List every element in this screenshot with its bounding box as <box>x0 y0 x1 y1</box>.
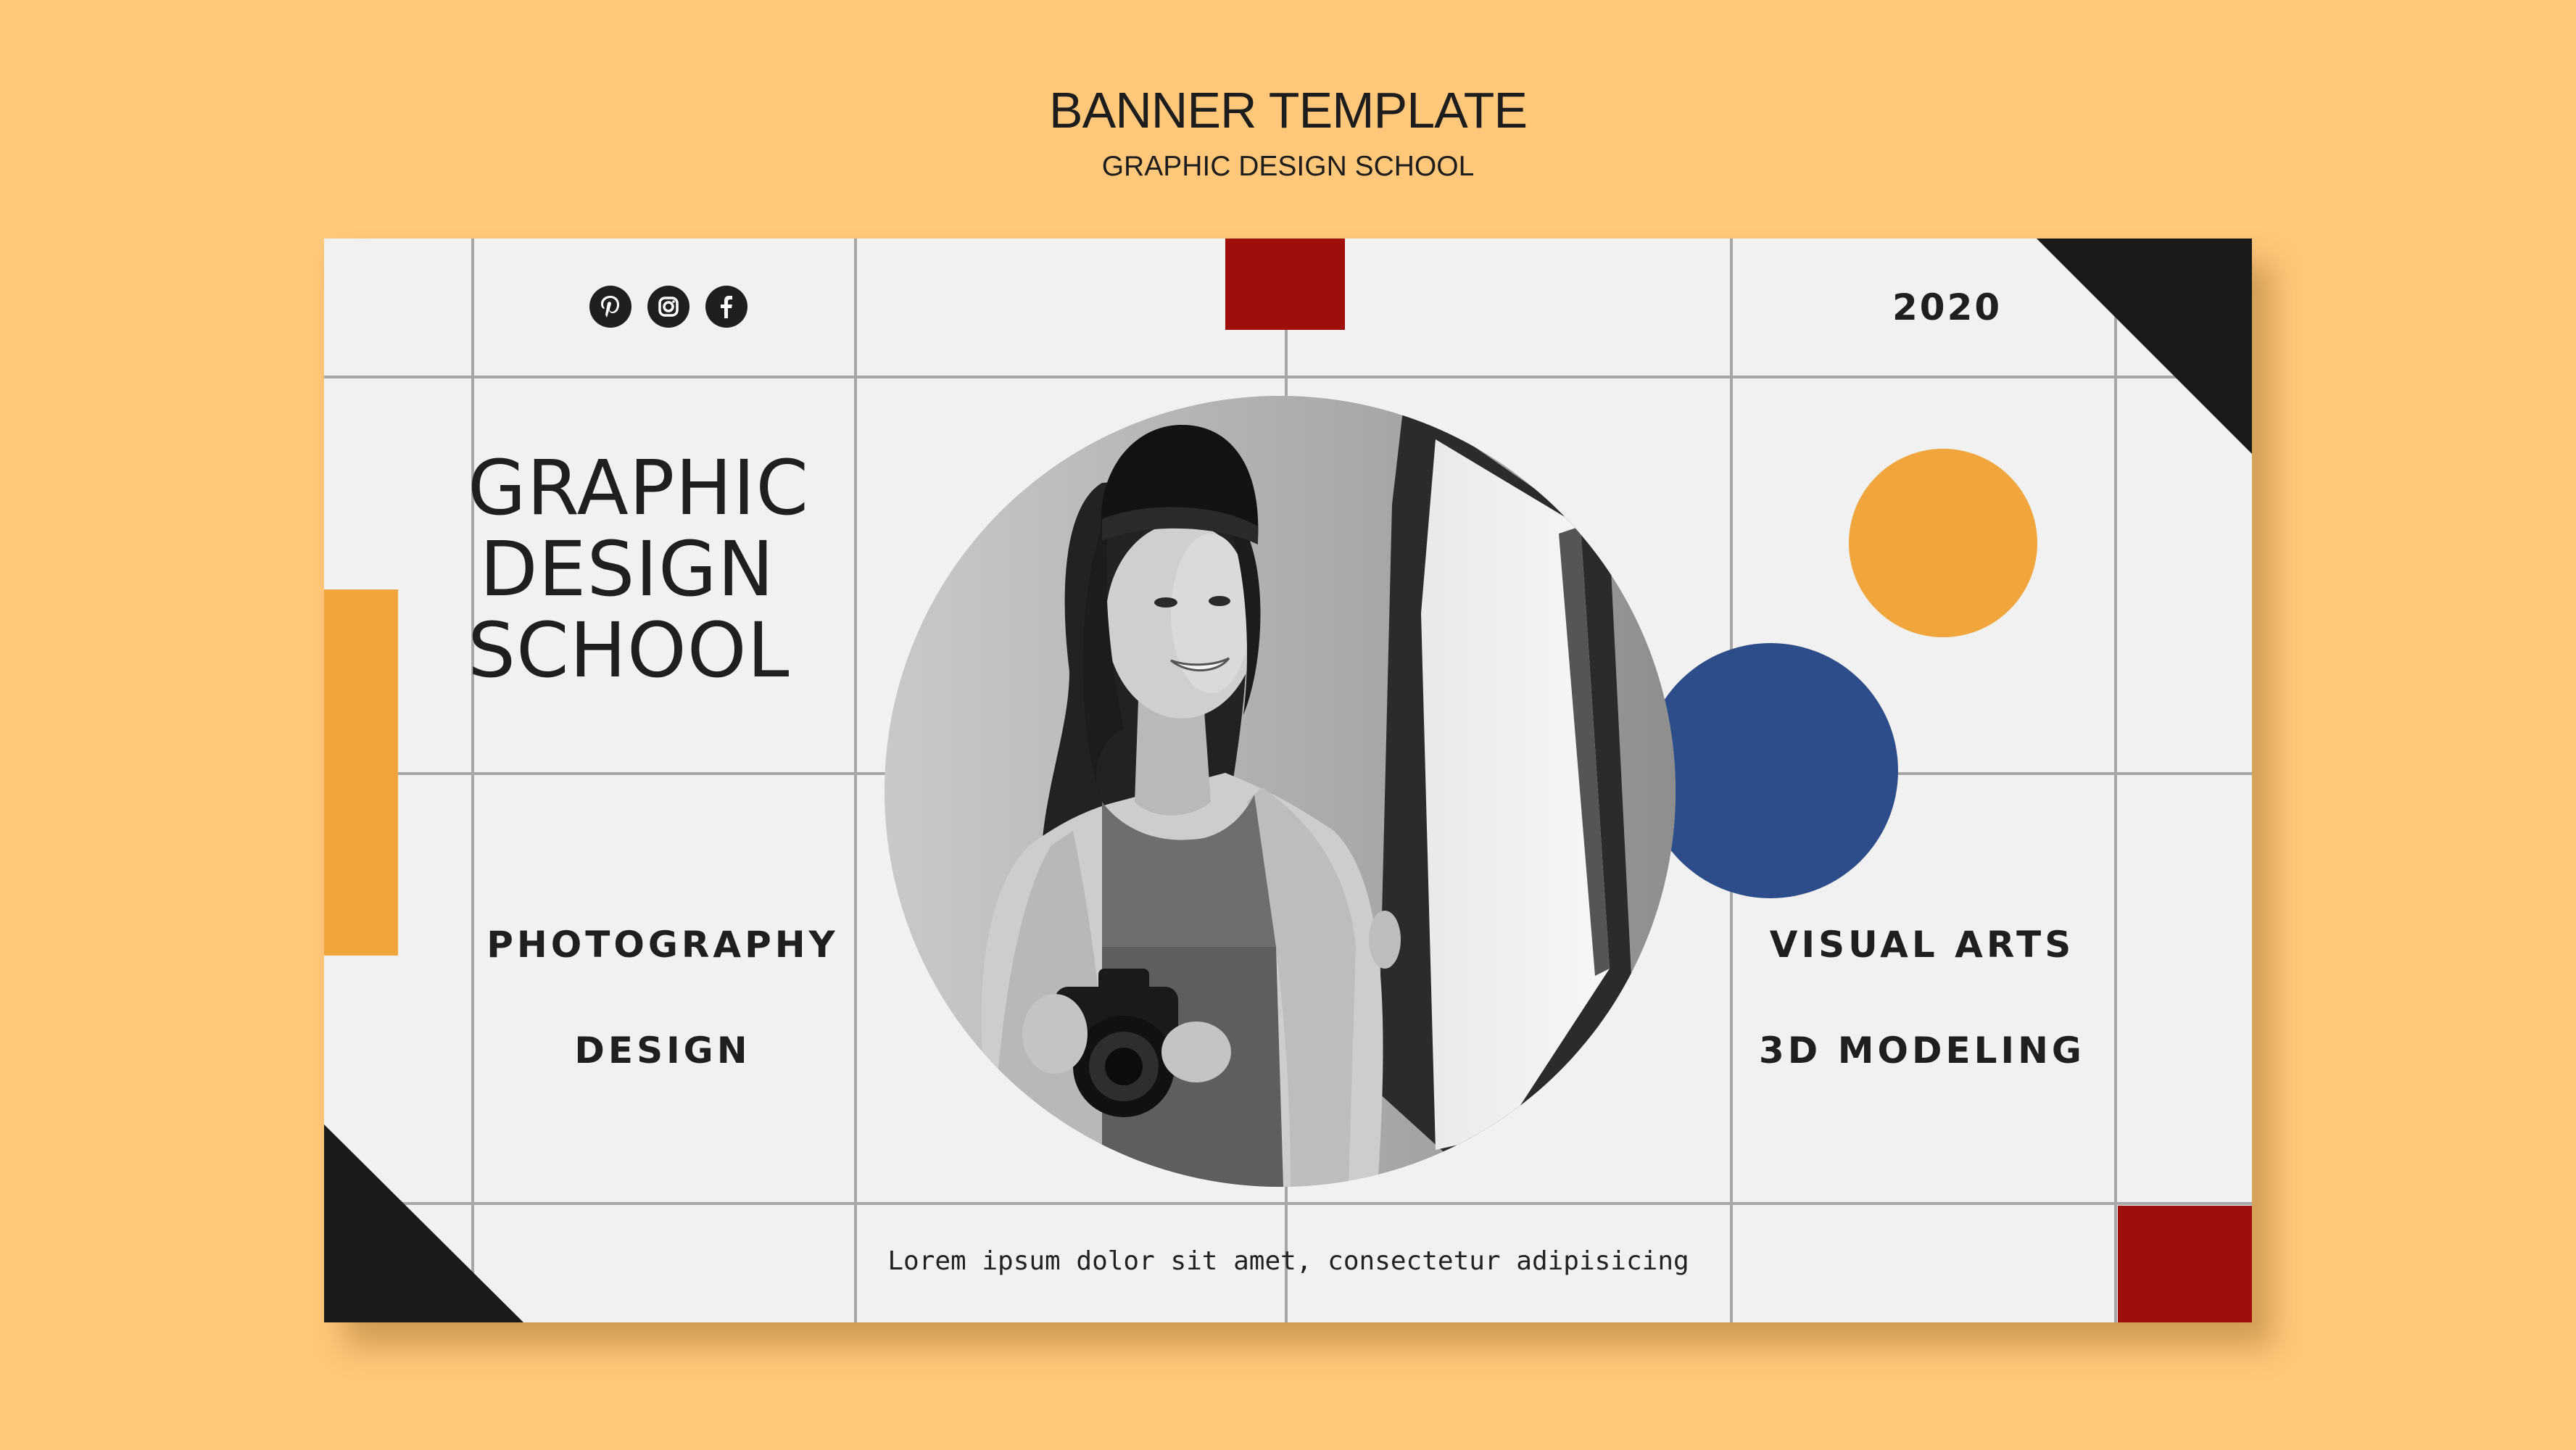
footer-text: Lorem ipsum dolor sit amet, consectetur … <box>887 1246 1689 1276</box>
orange-circle <box>1849 449 2037 637</box>
page-title: BANNER TEMPLATE <box>1048 82 1528 138</box>
facebook-icon[interactable] <box>705 286 747 328</box>
pinterest-icon[interactable] <box>589 286 631 328</box>
grid-line <box>324 376 2252 378</box>
instagram-icon[interactable] <box>647 286 689 328</box>
banner-card: 2020 GRAPHIC DESIGN SCHOOL PHOTOGRAPHY D… <box>324 239 2252 1322</box>
black-triangle-bottom-left <box>324 1124 523 1322</box>
grid-line <box>854 239 857 1322</box>
course-visual-arts: VISUAL ARTS <box>1769 924 2075 966</box>
black-triangle-top-right <box>2037 239 2252 454</box>
title-line: DESIGN <box>479 525 775 613</box>
course-design: DESIGN <box>574 1030 751 1072</box>
blue-circle <box>1643 643 1898 898</box>
title-line: GRAPHIC <box>468 444 809 532</box>
orange-bar-left <box>324 589 398 956</box>
grid-line <box>324 1202 2252 1205</box>
photo-circle <box>885 396 1676 1187</box>
course-3d-modeling: 3D MODELING <box>1759 1030 2085 1072</box>
banner-title: GRAPHIC DESIGN SCHOOL <box>468 444 809 695</box>
red-square-top <box>1225 239 1345 330</box>
red-square-bottom-right <box>2118 1206 2252 1322</box>
smiling-woman-with-camera-photo <box>885 396 1676 1187</box>
course-photography: PHOTOGRAPHY <box>486 924 839 966</box>
year-label: 2020 <box>1892 286 2003 328</box>
page-subtitle: GRAPHIC DESIGN SCHOOL <box>1101 151 1475 182</box>
title-line: SCHOOL <box>468 606 790 695</box>
